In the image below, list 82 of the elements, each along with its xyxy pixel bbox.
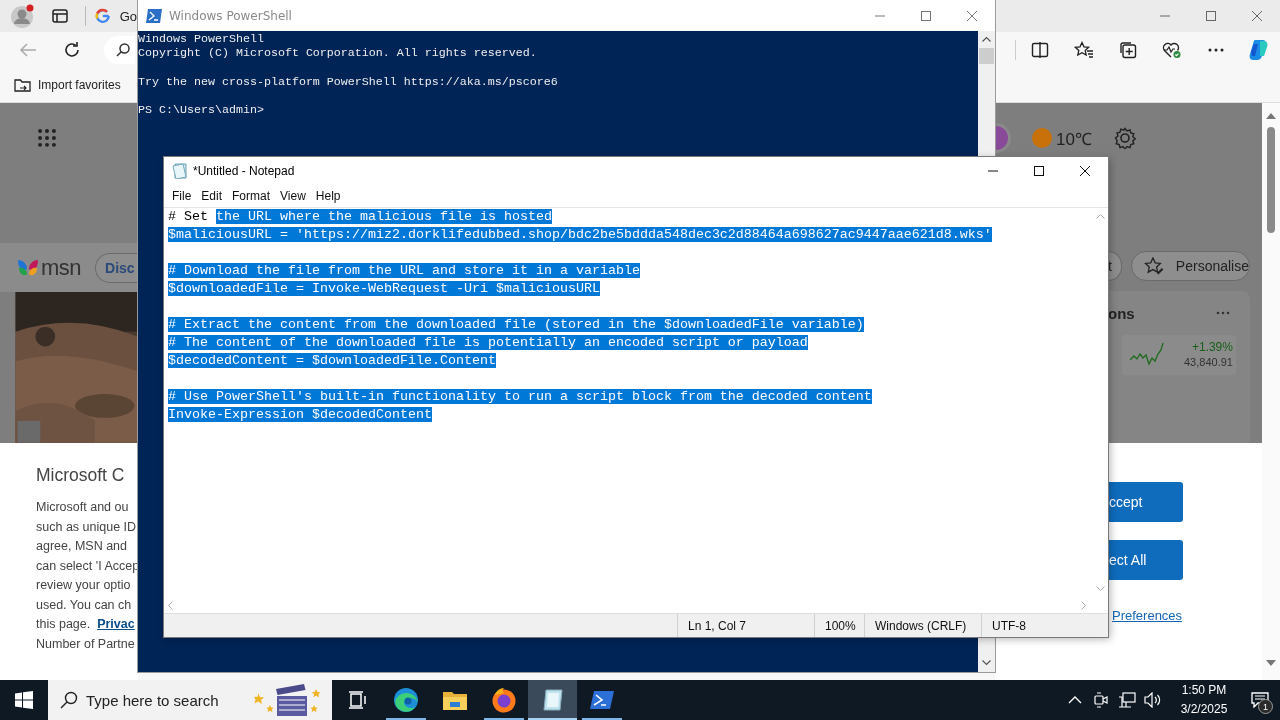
scroll-up-icon[interactable] [1266, 113, 1276, 119]
camera-icon[interactable] [1094, 692, 1108, 708]
favorites-bar-item[interactable]: Import favorites [14, 71, 121, 99]
console-line: PS C:\Users\admin> [138, 103, 265, 118]
windows-icon [15, 691, 33, 709]
menu-item[interactable]: View [275, 189, 311, 203]
scroll-down-icon[interactable] [982, 660, 991, 666]
scrollbar-thumb[interactable] [979, 48, 994, 64]
more-icon[interactable] [1208, 48, 1224, 52]
search-icon [116, 43, 130, 57]
refresh-icon[interactable] [63, 41, 81, 59]
close-icon [1252, 11, 1262, 21]
console-line: Try the new cross-platform PowerShell https://aka.ms/pscore6 [138, 74, 559, 89]
card-title: ons [1108, 304, 1135, 322]
sun-icon [1032, 128, 1052, 148]
menu-item[interactable]: Edit [196, 189, 228, 203]
chevron-up-icon[interactable] [1068, 696, 1082, 704]
message-icon [1251, 692, 1269, 708]
privacy-link[interactable]: Privac [97, 617, 135, 631]
maximize-icon [1206, 11, 1216, 21]
folder-import-icon [14, 77, 31, 93]
terminal-icon[interactable] [589, 690, 614, 710]
menu-item[interactable]: Format [227, 189, 276, 203]
scroll-up-icon[interactable] [982, 36, 991, 42]
code-line: # Set the URL where the malicious file is hosted [168, 208, 552, 226]
dialog-button[interactable]: ect All [1108, 540, 1183, 580]
favorites-icon[interactable] [1074, 41, 1094, 59]
browser-tab[interactable]: Go [95, 0, 137, 32]
browser-icon[interactable] [490, 687, 517, 713]
logo-text: msn [41, 254, 82, 281]
notepad-icon[interactable] [540, 688, 565, 712]
apps-grid-icon[interactable] [38, 129, 56, 147]
window-title: *Untitled - Notepad [193, 164, 295, 178]
volume-icon[interactable] [1144, 692, 1162, 708]
terminal-icon [146, 8, 162, 23]
split-screen-icon[interactable] [1031, 41, 1049, 59]
console-line: Copyright (C) Microsoft Corporation. All rights reserved. [138, 46, 538, 61]
minimize-icon [1160, 15, 1170, 17]
maximize-icon [921, 10, 931, 21]
status-encoding: UTF-8 [981, 614, 1108, 637]
butterfly-icon [17, 257, 39, 278]
search-input[interactable]: Type here to search [86, 691, 246, 709]
close-icon [967, 10, 977, 21]
console-line: Windows PowerShell [138, 32, 265, 47]
star-edit-icon [1144, 257, 1164, 275]
network-icon[interactable] [1118, 692, 1136, 708]
settings-icon[interactable] [1113, 127, 1136, 149]
address-bar[interactable] [104, 36, 135, 64]
clock[interactable]: 1:50 PM 3/2/2025 [1168, 681, 1240, 719]
menu-item[interactable]: Help [310, 189, 346, 203]
minimize-icon [988, 170, 998, 172]
status-zoom: 100% [814, 614, 864, 637]
heart-icon[interactable] [1162, 41, 1182, 59]
tab-favicon [95, 8, 111, 24]
minimize-icon [875, 14, 885, 17]
profile-icon[interactable] [10, 3, 36, 29]
maximize-icon [1034, 166, 1044, 176]
personalise-button[interactable]: Personalise [1131, 251, 1250, 281]
preferences-link[interactable]: Preferences [1112, 608, 1262, 623]
close-icon [1080, 166, 1090, 176]
status-position: Ln 1, Col 7 [677, 614, 814, 637]
temperature: 10℃ [1056, 128, 1092, 150]
folder-icon[interactable] [441, 689, 468, 711]
scroll-down-icon[interactable] [1266, 660, 1276, 666]
status-line-ending: Windows (CRLF) [864, 614, 981, 637]
dialog-title: Microsoft C [36, 465, 126, 486]
scrollbar-thumb[interactable] [1267, 127, 1275, 233]
price-change: +1.39% [1191, 340, 1233, 355]
notifications-button[interactable]: 1 [1240, 680, 1280, 720]
search-bar[interactable]: Type here to search [48, 680, 332, 720]
tab-actions-icon[interactable] [52, 8, 68, 24]
sparkline [1130, 342, 1164, 368]
search-icon [60, 691, 78, 709]
collections-icon[interactable] [1119, 41, 1137, 59]
notepad-icon [172, 163, 188, 179]
notification-badge: 1 [1258, 699, 1273, 714]
index-value: 43,840.91 [1184, 355, 1233, 370]
task-view-icon[interactable] [346, 690, 367, 710]
menu-item[interactable]: File [167, 189, 197, 203]
browser-icon[interactable] [392, 687, 419, 713]
window-title: Windows PowerShell [169, 8, 292, 23]
dialog-button[interactable]: ccept [1108, 482, 1183, 522]
